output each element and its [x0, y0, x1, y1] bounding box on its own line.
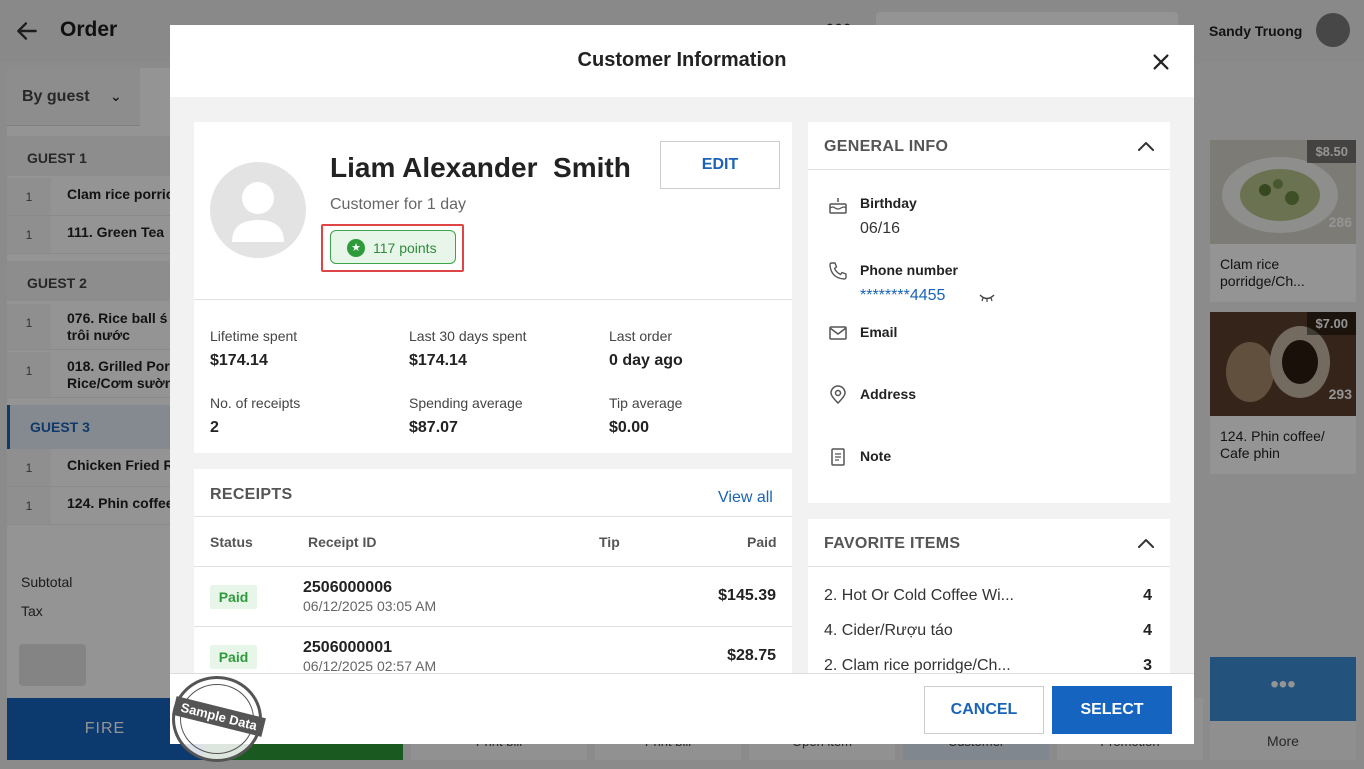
favorite-items-card: FAVORITE ITEMS 2. Hot Or Cold Coffee Wi.…: [808, 519, 1170, 679]
general-info-title: GENERAL INFO: [824, 138, 949, 155]
column-header-status: Status: [210, 534, 253, 550]
customer-name: Liam Alexander Smith: [330, 152, 631, 183]
phone-value: ********4455: [860, 287, 946, 304]
sample-data-stamp: Sample Data: [172, 676, 266, 762]
receipt-id: 2506000006: [303, 579, 392, 596]
chevron-up-icon[interactable]: [1136, 535, 1156, 551]
points-value: 117 points: [373, 240, 437, 256]
stat-lifetime-spent: Lifetime spent $174.14: [210, 328, 400, 370]
status-badge: Paid: [210, 645, 257, 669]
stat-value: 0 day ago: [609, 352, 683, 369]
email-label: Email: [860, 324, 898, 340]
select-button[interactable]: SELECT: [1052, 686, 1172, 734]
stat-label: Tip average: [609, 395, 683, 411]
stat-label: Last 30 days spent: [409, 328, 527, 344]
receipts-card: RECEIPTS View all Status Receipt ID Tip …: [194, 469, 792, 679]
email-icon: [829, 326, 847, 340]
divider: [808, 169, 1170, 170]
divider: [194, 299, 792, 300]
stat-last-30-days: Last 30 days spent $174.14: [409, 328, 599, 370]
stat-label: Spending average: [409, 395, 523, 411]
note-icon: [831, 448, 845, 466]
general-info-card: GENERAL INFO Birthday 06/16 Phone number…: [808, 122, 1170, 503]
receipt-date: 06/12/2025 03:05 AM: [303, 598, 437, 614]
phone-label: Phone number: [860, 262, 959, 278]
favorite-items-title: FAVORITE ITEMS: [824, 535, 961, 552]
stat-spending-average: Spending average $87.07: [409, 395, 599, 437]
loyalty-points-badge[interactable]: ★ 117 points: [330, 230, 456, 264]
close-icon[interactable]: [1150, 51, 1172, 73]
receipt-row[interactable]: Paid 2506000001 06/12/2025 02:57 AM $28.…: [194, 627, 792, 679]
favorite-item-count: 4: [1143, 587, 1152, 604]
stat-label: No. of receipts: [210, 395, 301, 411]
cake-icon: [829, 198, 847, 214]
birthday-label: Birthday: [860, 195, 917, 211]
view-all-link[interactable]: View all: [718, 489, 773, 507]
receipt-id: 2506000001: [303, 639, 392, 656]
stat-value: $174.14: [409, 352, 467, 369]
receipts-title: RECEIPTS: [210, 486, 293, 503]
stat-value: $87.07: [409, 419, 458, 436]
modal-footer: CANCEL SELECT: [170, 673, 1194, 744]
modal-title: Customer Information: [577, 49, 787, 71]
receipt-date: 06/12/2025 02:57 AM: [303, 658, 437, 674]
stat-value: $174.14: [210, 352, 268, 369]
modal-header: Customer Information: [170, 25, 1194, 97]
stat-value: 2: [210, 419, 219, 436]
chevron-up-icon[interactable]: [1136, 138, 1156, 154]
star-icon: ★: [347, 239, 365, 257]
column-header-paid: Paid: [747, 534, 777, 550]
person-icon: [232, 182, 284, 242]
receipt-row[interactable]: Paid 2506000006 06/12/2025 03:05 AM $145…: [194, 567, 792, 627]
favorite-item-name: 2. Hot Or Cold Coffee Wi...: [824, 587, 1014, 604]
stat-receipts-count: No. of receipts 2: [210, 395, 400, 437]
stat-last-order: Last order 0 day ago: [609, 328, 799, 370]
location-pin-icon: [830, 385, 846, 405]
edit-button[interactable]: EDIT: [660, 141, 780, 189]
stat-tip-average: Tip average $0.00: [609, 395, 799, 437]
address-label: Address: [860, 386, 917, 402]
note-label: Note: [860, 448, 892, 464]
stat-value: $0.00: [609, 419, 650, 436]
column-header-receipt-id: Receipt ID: [308, 534, 377, 550]
favorite-item-count: 4: [1143, 622, 1152, 639]
column-header-tip: Tip: [599, 534, 620, 550]
cancel-button[interactable]: CANCEL: [924, 686, 1044, 734]
stat-label: Last order: [609, 328, 673, 344]
divider: [194, 516, 792, 517]
stat-label: Lifetime spent: [210, 328, 298, 344]
favorite-item-name: 4. Cider/Rượu táo: [824, 622, 953, 639]
customer-since: Customer for 1 day: [330, 196, 467, 213]
divider: [808, 566, 1170, 567]
favorite-item: 4. Cider/Rượu táo 4: [824, 622, 1154, 646]
customer-profile-card: Liam Alexander Smith Customer for 1 day …: [194, 122, 792, 453]
eye-closed-icon[interactable]: [978, 292, 996, 304]
phone-icon: [829, 262, 847, 280]
favorite-item: 2. Hot Or Cold Coffee Wi... 4: [824, 587, 1154, 611]
status-badge: Paid: [210, 585, 257, 609]
customer-info-modal: Customer Information Liam Alexander Smit…: [170, 25, 1194, 744]
receipt-amount: $28.75: [727, 647, 776, 664]
receipt-amount: $145.39: [718, 587, 776, 604]
customer-avatar: [210, 162, 306, 258]
birthday-value: 06/16: [860, 220, 901, 237]
